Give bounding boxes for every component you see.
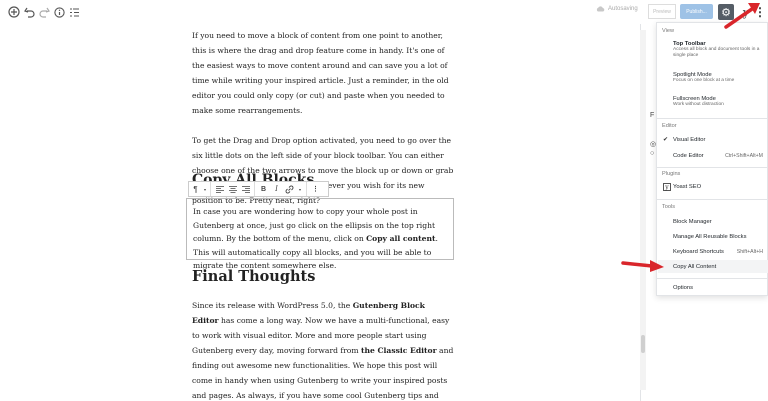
keyboard-shortcuts-key: Shift+Alt+H: [736, 249, 763, 255]
menu-item-code-editor[interactable]: Code Editor Ctrl+Shift+Alt+M: [673, 153, 765, 159]
undo-icon[interactable]: [21, 4, 37, 20]
menu-item-fullscreen-mode[interactable]: Fullscreen Mode Work without distraction: [673, 96, 765, 108]
paragraph-block[interactable]: If you need to move a block of content f…: [192, 28, 454, 118]
autosave-label: Autosaving: [608, 6, 638, 12]
final-text-1: Since its release with WordPress 5.0, th…: [192, 301, 353, 310]
chevron-down-icon[interactable]: ▾: [202, 182, 208, 196]
paragraph-type-icon[interactable]: ¶: [189, 182, 202, 196]
red-arrow-icon: [621, 260, 664, 272]
menu-section-editor: Editor: [662, 123, 677, 129]
checkmark-icon: ✔: [663, 137, 669, 143]
menu-section-view: View: [662, 28, 675, 34]
menu-item-options[interactable]: Options: [673, 285, 765, 291]
sidebar-scroll-thumb[interactable]: [641, 335, 645, 353]
align-center-icon[interactable]: [226, 182, 239, 196]
block-toolbar: ¶ ▾ B I ▾ ⋮: [188, 181, 329, 197]
yoast-seo-icon: y: [663, 183, 671, 191]
selected-paragraph-block[interactable]: In case you are wondering how to copy yo…: [186, 198, 454, 270]
final-bold-2: the Classic Editor: [361, 346, 437, 355]
menu-item-top-toolbar[interactable]: Top Toolbar Access all block and documen…: [673, 41, 765, 59]
red-arrow-icon: [724, 3, 760, 29]
sidebar-fragment: F: [650, 112, 655, 119]
copy-all-content-bold: Copy all content: [366, 234, 436, 243]
publish-button[interactable]: Publish...: [680, 4, 713, 19]
more-options-menu: View Top Toolbar Access all block and do…: [656, 22, 768, 296]
menu-item-block-manager[interactable]: Block Manager: [673, 219, 765, 225]
add-block-icon[interactable]: [6, 4, 22, 20]
menu-item-copy-all-content[interactable]: Copy All Content: [673, 264, 765, 270]
more-rich-text-chevron-icon[interactable]: ▾: [296, 182, 304, 196]
menu-item-keyboard-shortcuts[interactable]: Keyboard Shortcuts Shift+Alt+H: [673, 249, 765, 255]
menu-item-visual-editor[interactable]: Visual Editor: [673, 137, 765, 143]
italic-icon[interactable]: I: [270, 182, 283, 196]
autosave-status: Autosaving: [596, 6, 638, 12]
menu-item-spotlight-mode[interactable]: Spotlight Mode Focus on one block at a t…: [673, 72, 765, 84]
copy-all-blocks-heading[interactable]: Copy All Blocks: [192, 172, 314, 181]
menu-item-manage-reusable-blocks[interactable]: Manage All Reusable Blocks: [673, 234, 765, 240]
menu-section-tools: Tools: [662, 204, 676, 210]
editor-top-toolbar: Autosaving Preview Publish... ⚙ y ⋮: [0, 0, 768, 24]
final-paragraph-block[interactable]: Since its release with WordPress 5.0, th…: [192, 298, 454, 401]
sidebar-fragment: ○: [650, 150, 655, 157]
cloud-icon: [596, 6, 605, 12]
bold-icon[interactable]: B: [257, 182, 270, 196]
preview-button[interactable]: Preview: [648, 4, 676, 19]
menu-item-yoast-seo[interactable]: Yoast SEO: [673, 184, 765, 190]
redo-icon[interactable]: [36, 4, 52, 20]
block-navigation-icon[interactable]: [66, 4, 82, 20]
link-icon[interactable]: [283, 182, 296, 196]
final-thoughts-heading[interactable]: Final Thoughts: [192, 268, 315, 285]
menu-section-plugins: Plugins: [662, 171, 681, 177]
info-icon[interactable]: [51, 4, 67, 20]
align-right-icon[interactable]: [239, 182, 252, 196]
code-editor-shortcut: Ctrl+Shift+Alt+M: [725, 153, 763, 159]
align-left-icon[interactable]: [213, 182, 226, 196]
block-more-options-icon[interactable]: ⋮: [309, 182, 322, 196]
